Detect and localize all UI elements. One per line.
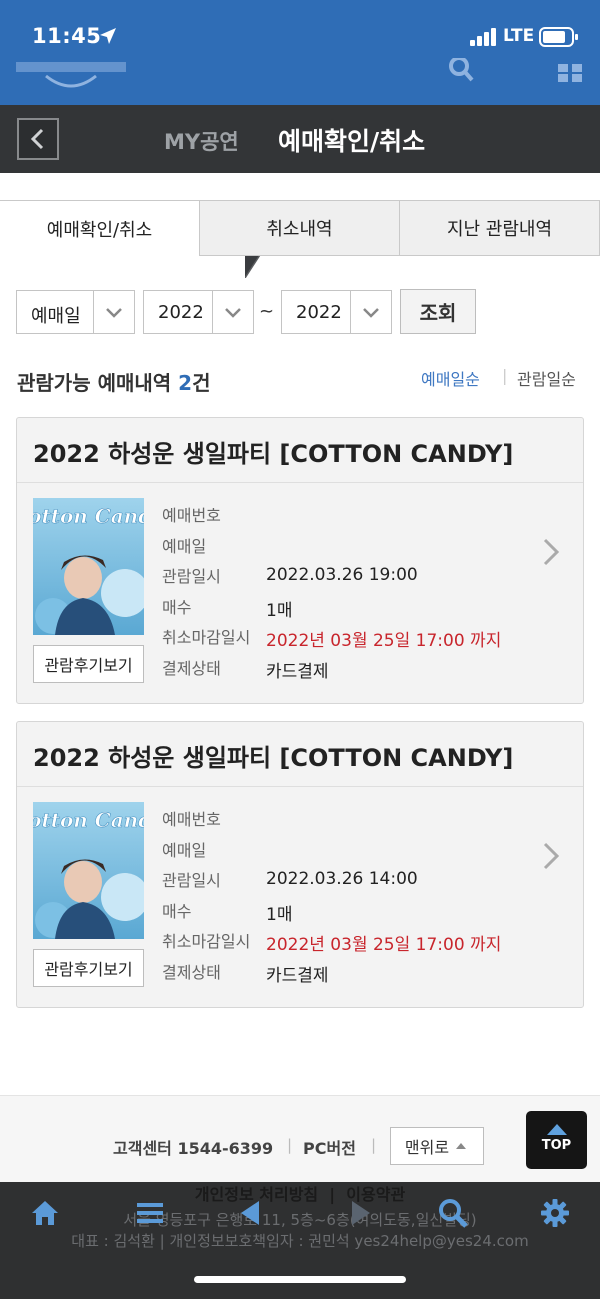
label-booking-no: 예매번호 xyxy=(162,810,221,829)
tab-past-viewing[interactable]: 지난 관람내역 xyxy=(399,200,600,256)
year-from-select[interactable]: 2022 xyxy=(143,290,254,334)
caret-up-icon xyxy=(456,1143,467,1149)
signal-icon xyxy=(470,28,496,46)
date-type-select[interactable]: 예매일 xyxy=(16,290,135,334)
chevron-down-icon xyxy=(106,308,122,318)
sort-by-viewing-date[interactable]: 관람일순 xyxy=(517,366,576,390)
sort-separator: | xyxy=(502,366,508,385)
poster-image: Cotton Candy xyxy=(33,498,144,635)
quantity-value: 1매 xyxy=(266,600,293,621)
quantity-value: 1매 xyxy=(266,904,293,925)
label-booking-date: 예매일 xyxy=(162,536,207,556)
review-button[interactable]: 관람후기보기 xyxy=(33,645,144,683)
footer-ceo-info: 대표 : 김석환 | 개인정보보호책임자 : 권민석 yes24help@yes… xyxy=(71,1232,529,1250)
arrow-up-icon xyxy=(547,1124,567,1135)
network-type: LTE xyxy=(503,26,535,46)
cancel-deadline-value: 2022년 03월 25일 17:00 까지 xyxy=(266,935,502,955)
payment-status-value: 카드결제 xyxy=(266,661,329,682)
chevron-down-icon xyxy=(363,308,379,318)
poster-image: Cotton Candy xyxy=(33,802,144,939)
label-quantity: 매수 xyxy=(162,597,192,617)
home-indicator xyxy=(194,1276,406,1283)
status-bar: 11:45 LTE xyxy=(0,0,600,105)
forward-arrow-icon[interactable] xyxy=(348,1198,374,1228)
label-booking-no: 예매번호 xyxy=(162,506,221,525)
location-arrow-icon xyxy=(100,28,116,44)
year-to-value: 2022 xyxy=(296,302,342,323)
list-title-suffix: 건 xyxy=(192,371,211,395)
range-separator: ~ xyxy=(259,301,275,322)
logo-icon xyxy=(16,62,126,88)
label-booking-date: 예매일 xyxy=(162,840,207,860)
footer xyxy=(0,1095,600,1186)
label-payment-status: 결제상태 xyxy=(162,962,221,982)
label-viewing-date: 관람일시 xyxy=(162,567,221,586)
booking-title: 2022 하성운 생일파티 [COTTON CANDY] xyxy=(33,440,514,468)
year-from-value: 2022 xyxy=(158,302,204,323)
list-title-prefix: 관람가능 예매내역 xyxy=(17,371,179,395)
top-fab-label: TOP xyxy=(541,1138,572,1153)
viewing-date-value: 2022.03.26 19:00 xyxy=(266,565,418,585)
footer-address: 서울 영등포구 은행로 11, 5층~6층(여의도동,일신빌딩) xyxy=(123,1211,477,1229)
date-type-value: 예매일 xyxy=(31,306,81,327)
list-count: 2 xyxy=(178,371,193,395)
search-icon[interactable] xyxy=(438,1198,468,1228)
year-to-select[interactable]: 2022 xyxy=(281,290,392,334)
grid-icon xyxy=(558,64,582,82)
list-title: 관람가능 예매내역 2건 xyxy=(17,367,210,396)
booking-card[interactable]: 2022 하성운 생일파티 [COTTON CANDY] Cotton Cand… xyxy=(16,721,584,1008)
scroll-top-label: 맨위로 xyxy=(404,1138,450,1157)
booking-card[interactable]: 2022 하성운 생일파티 [COTTON CANDY] Cotton Cand… xyxy=(16,417,584,704)
breadcrumb-parent[interactable]: MY공연 xyxy=(164,126,239,156)
footer-separator: | xyxy=(287,1136,293,1154)
menu-icon[interactable] xyxy=(136,1198,164,1228)
payment-status-value: 카드결제 xyxy=(266,965,329,986)
home-icon[interactable] xyxy=(30,1198,60,1228)
search-button[interactable]: 조회 xyxy=(400,289,476,334)
tab-bar: 예매확인/취소 취소내역 지난 관람내역 xyxy=(0,200,600,256)
chevron-right-icon[interactable] xyxy=(541,840,561,872)
footer-separator: | xyxy=(371,1136,377,1154)
back-button[interactable] xyxy=(17,118,59,160)
status-time: 11:45 xyxy=(32,24,102,48)
review-button[interactable]: 관람후기보기 xyxy=(33,949,144,987)
pc-version-link[interactable]: PC버전 xyxy=(303,1135,356,1159)
label-viewing-date: 관람일시 xyxy=(162,871,221,890)
label-cancel-deadline: 취소마감일시 xyxy=(162,628,251,647)
svg-text:Cotton Candy: Cotton Candy xyxy=(33,808,144,832)
tab-cancel-history[interactable]: 취소내역 xyxy=(199,200,400,256)
scroll-top-button[interactable]: 맨위로 xyxy=(390,1127,484,1165)
chevron-down-icon xyxy=(225,308,241,318)
svg-text:Cotton Candy: Cotton Candy xyxy=(33,504,144,528)
viewing-date-value: 2022.03.26 14:00 xyxy=(266,869,418,889)
customer-center-link[interactable]: 고객센터 1544-6399 xyxy=(113,1135,273,1159)
settings-icon[interactable] xyxy=(540,1198,570,1228)
footer-policy-links: 개인정보 처리방침 | 이용약관 xyxy=(194,1185,406,1204)
battery-icon xyxy=(539,27,578,47)
top-floating-button[interactable]: TOP xyxy=(526,1111,587,1169)
booking-title: 2022 하성운 생일파티 [COTTON CANDY] xyxy=(33,744,514,772)
chevron-left-icon xyxy=(30,128,44,150)
cancel-deadline-value: 2022년 03월 25일 17:00 까지 xyxy=(266,631,502,651)
sort-by-booking-date[interactable]: 예매일순 xyxy=(421,366,480,390)
page-title: 예매확인/취소 xyxy=(278,127,426,156)
tab-booking-check[interactable]: 예매확인/취소 xyxy=(0,200,200,256)
label-quantity: 매수 xyxy=(162,901,192,921)
label-cancel-deadline: 취소마감일시 xyxy=(162,932,251,951)
back-arrow-icon[interactable] xyxy=(237,1198,263,1228)
search-icon xyxy=(449,58,474,82)
chevron-right-icon[interactable] xyxy=(541,536,561,568)
label-payment-status: 결제상태 xyxy=(162,658,221,678)
